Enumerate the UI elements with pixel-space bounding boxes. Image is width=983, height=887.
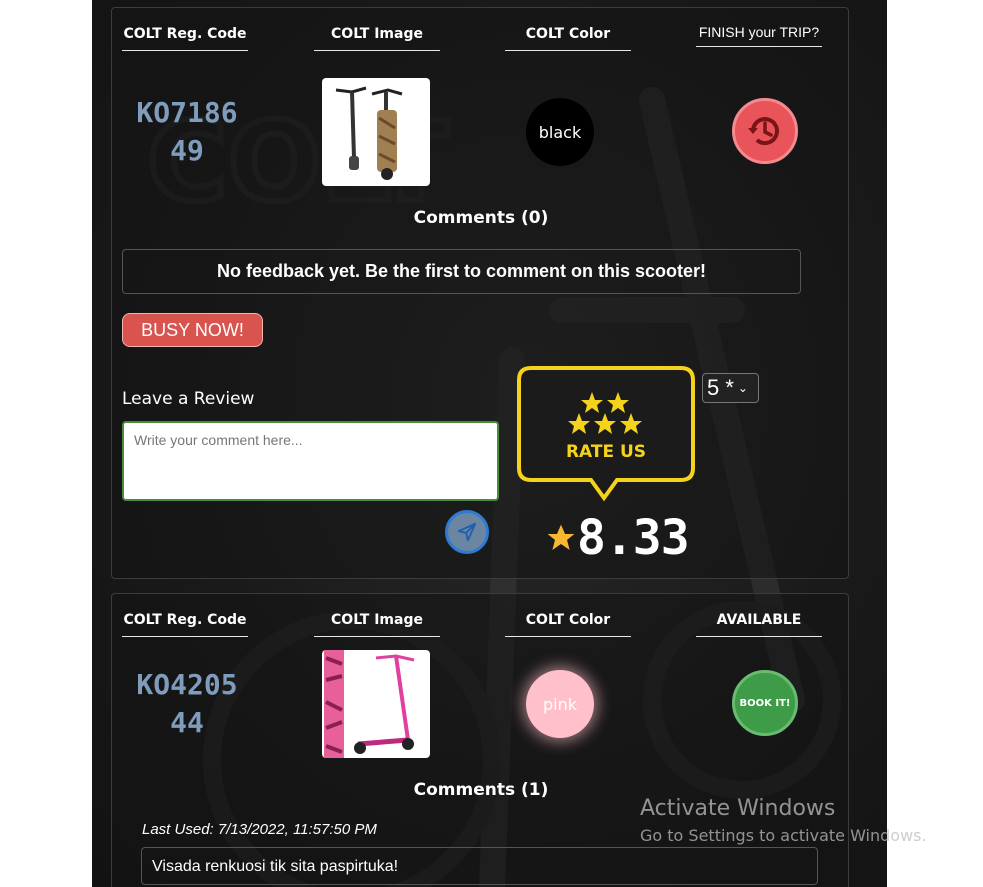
header-available: AVAILABLE [696, 612, 822, 637]
rate-us-label: RATE US [565, 442, 647, 462]
send-review-button[interactable] [445, 510, 489, 554]
scooter-card: COLT Reg. Code COLT Image COLT Color FIN… [111, 7, 849, 579]
header-reg-code: COLT Reg. Code [122, 26, 248, 51]
rate-us-badge[interactable]: RATE US [517, 366, 695, 502]
color-swatch: pink [526, 670, 594, 738]
busy-now-button[interactable]: BUSY NOW! [122, 313, 263, 347]
reg-code: KO7186 49 [112, 94, 262, 170]
header-image: COLT Image [314, 612, 440, 637]
average-score: 8.33 [577, 510, 690, 566]
reg-code: KO4205 44 [112, 666, 262, 742]
page-background: COLT COLT Reg. Code COLT Image COLT Colo… [92, 0, 887, 887]
reg-code-part2: 44 [170, 706, 204, 739]
watermark-subtitle: Go to Settings to activate Windows. [640, 826, 927, 845]
header-finish-trip: FINISH your TRIP? [696, 25, 822, 47]
reg-code-part1: KO7186 [136, 96, 238, 129]
star-icon [547, 524, 575, 550]
comment-last-used: Last Used: 7/13/2022, 11:57:50 PM [142, 821, 377, 838]
reg-code-part1: KO4205 [136, 668, 238, 701]
color-swatch: black [526, 98, 594, 166]
history-icon [748, 117, 779, 146]
comments-title: Comments (0) [413, 208, 549, 228]
header-color: COLT Color [505, 612, 631, 637]
header-color: COLT Color [505, 26, 631, 51]
header-reg-code: COLT Reg. Code [122, 612, 248, 637]
review-comment-input[interactable] [122, 421, 499, 501]
scooter-image [322, 78, 430, 186]
comment-text: Visada renkuosi tik sita paspirtuka! [141, 847, 818, 885]
scooter-image [322, 650, 430, 758]
review-label: Leave a Review [122, 389, 255, 409]
average-rating: 8.33 [545, 510, 690, 566]
rating-select[interactable]: 5 * ⌄ [702, 373, 759, 403]
header-image: COLT Image [314, 26, 440, 51]
scooter-pink-graphic [324, 650, 415, 758]
book-it-button[interactable]: BOOK IT! [732, 670, 798, 736]
no-feedback-message: No feedback yet. Be the first to comment… [122, 249, 801, 294]
send-icon [457, 522, 477, 542]
reg-code-part2: 49 [170, 134, 204, 167]
finish-trip-button[interactable] [732, 98, 798, 164]
scooter-black-graphic [335, 86, 403, 180]
windows-activation-watermark: Activate Windows Go to Settings to activ… [640, 795, 927, 847]
chevron-down-icon: ⌄ [737, 381, 748, 395]
rating-select-value: 5 * [707, 375, 734, 400]
watermark-title: Activate Windows [640, 796, 836, 821]
rate-us-speech-bubble [517, 366, 695, 502]
